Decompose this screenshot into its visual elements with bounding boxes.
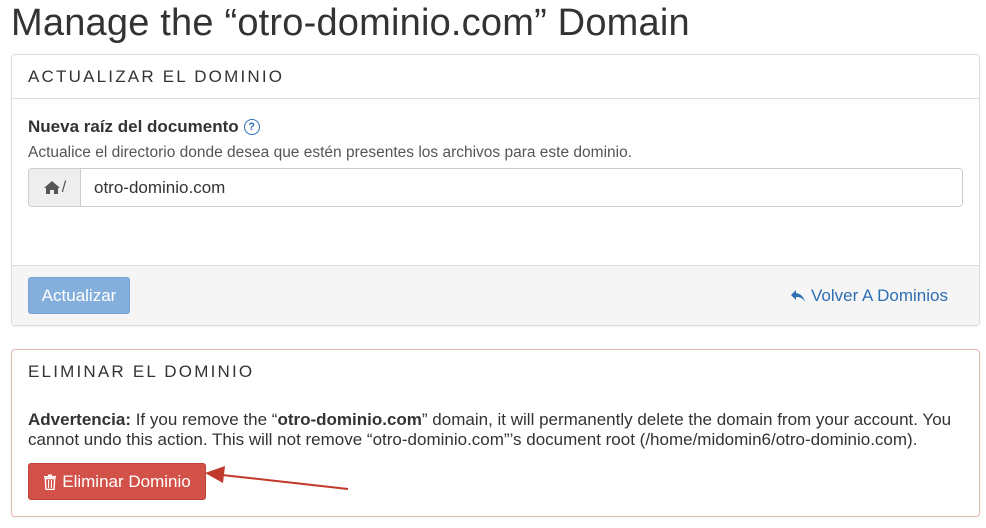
delete-domain-button-label: Eliminar Dominio: [62, 471, 191, 491]
update-panel-heading: ACTUALIZAR EL DOMINIO: [12, 55, 979, 99]
reply-arrow-icon: [790, 290, 805, 302]
warning-text-part-1: If you remove the “: [130, 410, 278, 429]
delete-panel-heading: ELIMINAR EL DOMINIO: [28, 362, 255, 381]
document-root-input[interactable]: [81, 169, 962, 206]
warning-label: Advertencia:: [28, 410, 131, 429]
warning-domain-name: otro-dominio.com: [277, 410, 422, 429]
document-root-help-text: Actualice el directorio donde desea que …: [28, 144, 633, 161]
trash-icon: [44, 474, 57, 490]
back-to-domains-link[interactable]: Volver A Dominios: [790, 286, 948, 306]
question-circle-icon[interactable]: ?: [243, 119, 260, 135]
update-panel-footer: Actualizar Volver A Dominios: [12, 265, 979, 325]
page-title: Manage the “otro-dominio.com” Domain: [11, 2, 690, 44]
home-icon: [43, 181, 60, 194]
back-to-domains-label: Volver A Dominios: [810, 286, 948, 305]
delete-domain-button[interactable]: Eliminar Dominio: [28, 463, 206, 500]
document-root-label-text: Nueva raíz del documento: [28, 117, 239, 136]
path-separator: /: [61, 178, 67, 196]
home-path-addon: /: [29, 169, 81, 206]
document-root-label: Nueva raíz del documento ?: [28, 117, 260, 137]
update-domain-panel: ACTUALIZAR EL DOMINIO Nueva raíz del doc…: [11, 54, 980, 326]
delete-domain-panel: ELIMINAR EL DOMINIO Advertencia: If you …: [11, 349, 980, 517]
delete-warning-text: Advertencia: If you remove the “otro-dom…: [28, 410, 958, 450]
update-button[interactable]: Actualizar: [28, 277, 130, 314]
document-root-input-group: /: [28, 168, 963, 207]
